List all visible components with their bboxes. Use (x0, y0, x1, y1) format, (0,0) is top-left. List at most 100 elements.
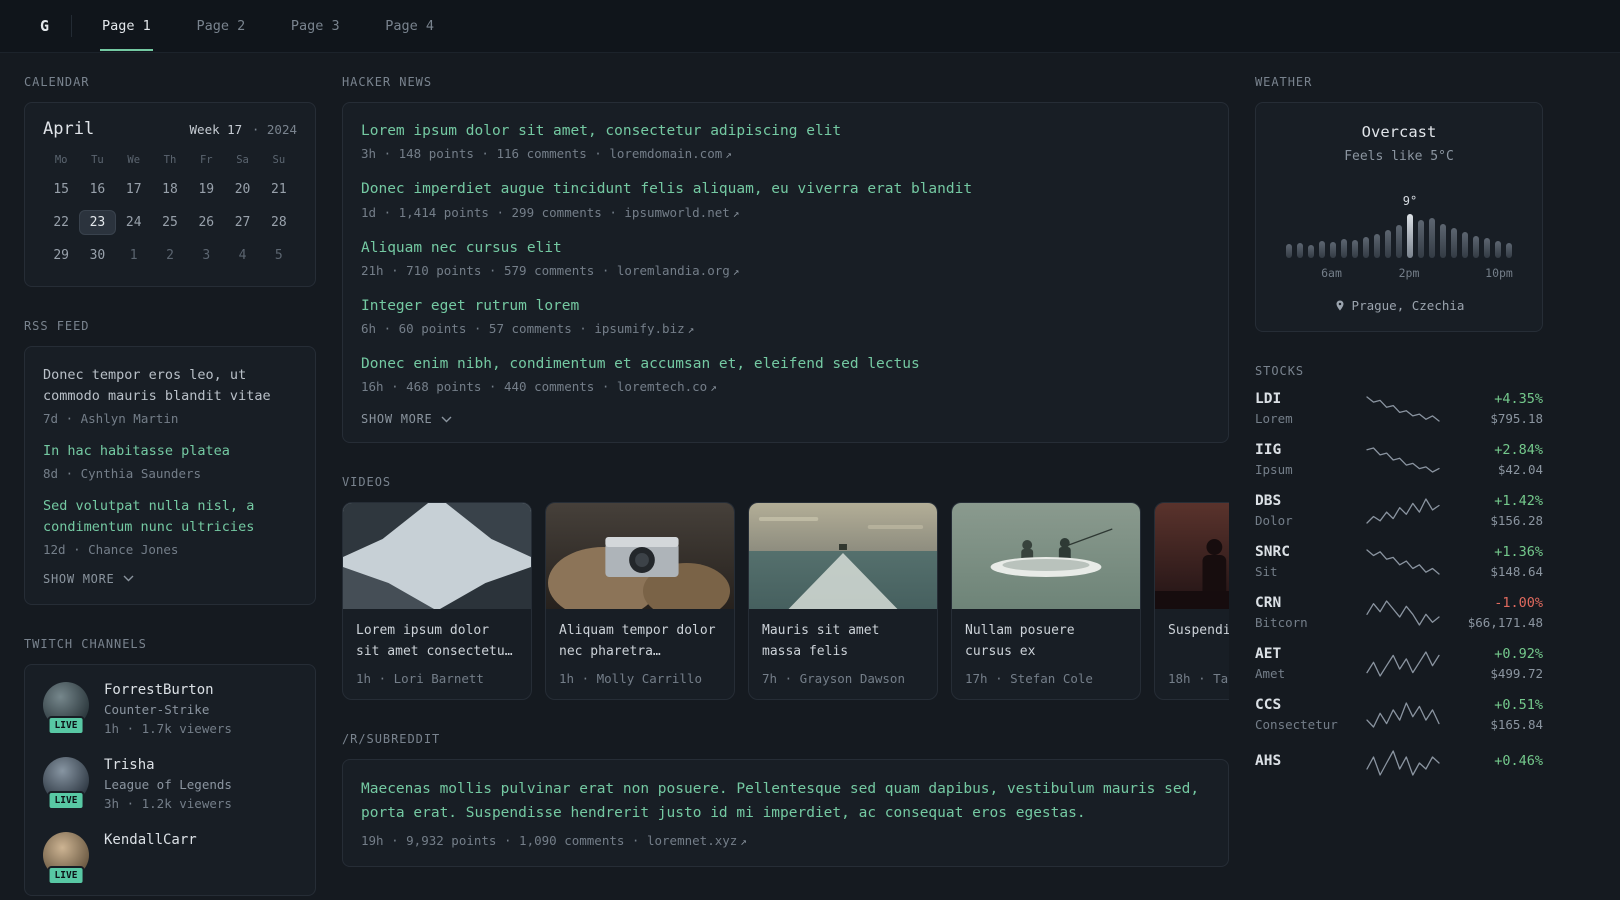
hn-item-stats: 1d · 1,414 points · 299 comments · (361, 204, 617, 220)
tab-page-2[interactable]: Page 2 (194, 1, 247, 51)
calendar-dow: Th (163, 154, 177, 166)
weather-bar (1418, 220, 1424, 258)
stock-values: +1.36% $148.64 (1451, 544, 1543, 579)
hn-item-stats: 16h · 468 points · 440 comments · (361, 379, 610, 395)
twitch-channel-name[interactable]: Trisha (104, 757, 232, 773)
stock-ticker: SNRC (1255, 544, 1290, 560)
twitch-channel[interactable]: LIVE Trisha League of Legends 3h · 1.2k … (43, 756, 297, 811)
stock-price: $156.28 (1490, 513, 1543, 528)
tab-page-3[interactable]: Page 3 (289, 1, 342, 51)
hn-item-stats: 21h · 710 points · 579 comments · (361, 262, 610, 278)
subreddit-post-title[interactable]: Maecenas mollis pulvinar erat non posuer… (361, 778, 1210, 826)
twitch-channel-info: ForrestBurton Counter-Strike 1h · 1.7k v… (104, 682, 232, 736)
video-title[interactable]: Lorem ipsum dolor sit amet consectetu… (356, 621, 518, 663)
twitch-channel-name[interactable]: ForrestBurton (104, 682, 232, 698)
stock-name: Sit (1255, 564, 1278, 579)
stock-row[interactable]: SNRC Sit +1.36% $148.64 (1255, 544, 1543, 579)
videos-section: VIDEOS Lorem ipsum dolor sit amet consec… (342, 475, 1229, 701)
video-title[interactable]: Mauris sit amet massa felis (762, 621, 924, 663)
tab-page-4[interactable]: Page 4 (383, 1, 436, 51)
calendar-date: 27 (234, 215, 251, 230)
hn-item-title[interactable]: Aliquam nec cursus elit (361, 238, 1210, 258)
stock-row[interactable]: CRN Bitcorn -1.00% $66,171.48 (1255, 595, 1543, 630)
stock-sparkline (1355, 598, 1451, 628)
video-thumbnail (343, 503, 531, 610)
video-card[interactable]: Aliquam tempor dolor nec pharetra… 1h · … (545, 502, 735, 701)
twitch-channel-name[interactable]: KendallCarr (104, 832, 197, 848)
stock-row[interactable]: AET Amet +0.92% $499.72 (1255, 646, 1543, 681)
video-thumbnail (1155, 503, 1229, 610)
stock-ticker: IIG (1255, 442, 1282, 458)
video-title[interactable]: Aliquam tempor dolor nec pharetra… (559, 621, 721, 663)
hn-show-more-button[interactable]: SHOW MORE (361, 412, 1210, 426)
stock-ticker: CCS (1255, 697, 1282, 713)
twitch-section-title: TWITCH CHANNELS (24, 636, 147, 651)
stock-price: $165.84 (1490, 717, 1543, 732)
logo-divider (71, 15, 73, 37)
calendar-date: 16 (89, 182, 106, 197)
stocks-list: LDI Lorem +4.35% $795.18 IIG Ipsum +2.84… (1255, 391, 1543, 778)
rss-item-title[interactable]: Sed volutpat nulla nisl, a condimentum n… (43, 496, 297, 538)
live-badge: LIVE (47, 865, 85, 885)
calendar-grid: Mo Tu We Th Fr Sa Su 15 16 17 18 19 20 2… (43, 154, 297, 268)
stock-row[interactable]: AHS +0.46% (1255, 748, 1543, 778)
hn-item-meta: 1d · 1,414 points · 299 comments · ipsum… (361, 205, 1210, 220)
hn-item-domain[interactable]: ipsumworld.net (624, 205, 729, 220)
twitch-channel-info: KendallCarr (104, 832, 197, 852)
weather-bar (1308, 245, 1314, 258)
hacker-news-section-title: HACKER NEWS (342, 75, 433, 89)
stock-row[interactable]: LDI Lorem +4.35% $795.18 (1255, 391, 1543, 426)
app-logo[interactable]: G (40, 17, 49, 35)
video-card[interactable]: Mauris sit amet massa felis 7h · Grayson… (748, 502, 938, 701)
video-body: Mauris sit amet massa felis 7h · Grayson… (749, 609, 937, 699)
weather-bar (1506, 243, 1512, 258)
stock-sparkline (1355, 496, 1451, 526)
stock-info: LDI Lorem (1255, 391, 1355, 426)
rss-item-title[interactable]: Donec tempor eros leo, ut commodo mauris… (43, 365, 297, 407)
calendar-date-selected: 23 (79, 210, 116, 235)
weather-bar (1319, 241, 1325, 258)
video-card[interactable]: Nullam posuere cursus ex 17h · Stefan Co… (951, 502, 1141, 701)
stock-change: +4.35% (1494, 391, 1543, 407)
video-thumbnail (952, 503, 1140, 610)
hn-item-title[interactable]: Donec imperdiet augue tincidunt felis al… (361, 179, 1210, 199)
video-body: Lorem ipsum dolor sit amet consectetu… 1… (343, 609, 531, 699)
weather-bars: 9° (1274, 194, 1524, 258)
twitch-channel[interactable]: LIVE KendallCarr (43, 831, 297, 885)
stock-sparkline (1355, 547, 1451, 577)
rss-show-more-button[interactable]: SHOW MORE (43, 572, 297, 586)
stock-row[interactable]: CCS Consectetur +0.51% $165.84 (1255, 697, 1543, 732)
stock-info: SNRC Sit (1255, 544, 1355, 579)
video-card[interactable]: Lorem ipsum dolor sit amet consectetu… 1… (342, 502, 532, 701)
hn-item-title[interactable]: Integer eget rutrum lorem (361, 296, 1210, 316)
hn-item-meta: 16h · 468 points · 440 comments · loremt… (361, 379, 1210, 394)
stock-row[interactable]: IIG Ipsum +2.84% $42.04 (1255, 442, 1543, 477)
rss-item-title[interactable]: In hac habitasse platea (43, 441, 297, 462)
twitch-section: TWITCH CHANNELS LIVE ForrestBurton Count… (24, 637, 316, 896)
stock-row[interactable]: DBS Dolor +1.42% $156.28 (1255, 493, 1543, 528)
rss-item-meta: 12d · Chance Jones (43, 541, 179, 557)
tab-page-1[interactable]: Page 1 (100, 1, 153, 51)
calendar-date-next-month: 4 (238, 248, 247, 263)
rss-show-more-label: SHOW MORE (43, 571, 115, 586)
video-title[interactable]: Suspendisse diam (1168, 621, 1229, 663)
hn-item-domain[interactable]: loremtech.co (617, 379, 707, 394)
stock-name: Amet (1255, 666, 1286, 681)
video-title[interactable]: Nullam posuere cursus ex (965, 621, 1127, 663)
video-card[interactable]: Suspendisse diam 18h · Tara (1154, 502, 1229, 701)
hn-item-domain[interactable]: loremlandia.org (617, 263, 730, 278)
hacker-news-widget: Lorem ipsum dolor sit amet, consectetur … (342, 102, 1229, 444)
calendar-date: 26 (198, 215, 215, 230)
external-link-icon: ↗ (725, 148, 732, 162)
twitch-channel[interactable]: LIVE ForrestBurton Counter-Strike 1h · 1… (43, 681, 297, 736)
stocks-section: STOCKS LDI Lorem +4.35% $795.18 IIG Ipsu… (1255, 364, 1543, 778)
hn-item-domain[interactable]: loremdomain.com (609, 146, 722, 161)
hn-item-title[interactable]: Lorem ipsum dolor sit amet, consectetur … (361, 121, 1210, 141)
stock-name: Consectetur (1255, 717, 1338, 732)
live-badge: LIVE (47, 715, 85, 735)
subreddit-post-domain[interactable]: loremnet.xyz (647, 833, 737, 848)
hn-item-title[interactable]: Donec enim nibh, condimentum et accumsan… (361, 354, 1210, 374)
hn-item-domain[interactable]: ipsumify.biz (594, 321, 684, 336)
weather-time-label: 10pm (1485, 266, 1513, 280)
stock-sparkline (1355, 700, 1451, 730)
